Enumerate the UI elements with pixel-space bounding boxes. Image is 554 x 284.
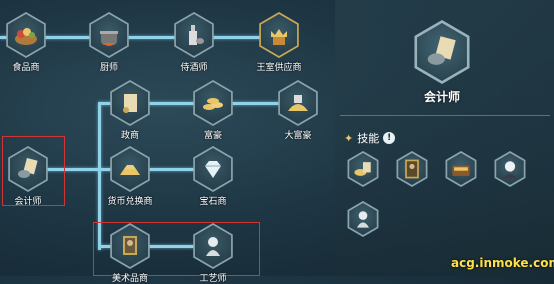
node-frame [193, 146, 233, 192]
node-accountant[interactable]: 会计师 [0, 146, 58, 207]
node-frame [278, 80, 318, 126]
info-icon[interactable]: ! [383, 132, 396, 144]
mona-lisa-icon [405, 159, 419, 179]
bust-statue-icon [206, 237, 220, 256]
wine-bottle-icon [189, 25, 204, 45]
composer-portrait-icon [503, 161, 517, 179]
node-label: 美术品商 [111, 274, 148, 284]
node-art-dealer[interactable]: 美术品商 [100, 223, 160, 284]
panel-title: 会计师 [423, 90, 460, 104]
node-chef[interactable]: 厨师 [79, 12, 139, 73]
gold-bars-icon [120, 165, 140, 175]
node-label: 厨师 [99, 63, 118, 73]
node-label: 会计师 [14, 197, 42, 207]
node-rich[interactable]: 富豪 [183, 80, 243, 141]
watermark: acg.inmoke.com [451, 256, 554, 270]
node-label: 王室供应商 [256, 63, 302, 73]
node-frame [110, 223, 150, 269]
node-label: 侍酒师 [180, 63, 208, 73]
node-label: 食品商 [12, 63, 40, 73]
node-food-merchant[interactable]: 食品商 [0, 12, 56, 73]
scroll-icon [123, 94, 137, 113]
node-frame [259, 12, 299, 58]
crown-crest-icon [271, 29, 287, 45]
divider [340, 115, 550, 116]
gold-coins-icon [203, 98, 223, 110]
painting-icon [123, 236, 137, 255]
node-currency-exchanger[interactable]: 货币兑换商 [100, 146, 160, 207]
node-label: 工艺师 [199, 274, 227, 284]
diamond-icon [205, 161, 221, 178]
node-label: 货币兑换商 [107, 197, 153, 207]
bust-statue-icon [357, 211, 369, 228]
node-frame [110, 146, 150, 192]
ledger-coins-icon [427, 36, 456, 65]
node-politician[interactable]: 政商 [100, 80, 160, 141]
node-frame [89, 12, 129, 58]
node-frame [110, 80, 150, 126]
ledger-coins-icon [18, 157, 38, 178]
coins-scroll-icon [354, 162, 371, 176]
treasure-box-icon [452, 165, 470, 176]
node-frame [193, 80, 233, 126]
node-frame [174, 12, 214, 58]
cooking-pot-icon [100, 31, 118, 46]
node-craftsman[interactable]: 工艺师 [183, 223, 243, 284]
node-sommelier[interactable]: 侍酒师 [164, 12, 224, 73]
node-frame [6, 12, 46, 58]
node-label: 富豪 [203, 131, 222, 141]
node-frame [193, 223, 233, 269]
node-royal-supplier[interactable]: 王室供应商 [249, 12, 309, 73]
skills-label: 技能 [357, 132, 380, 145]
node-label: 大富豪 [284, 131, 312, 141]
skills-header: ✦ 技能 ! [344, 130, 396, 146]
food-basket-icon [15, 28, 37, 45]
node-label: 政商 [120, 131, 139, 141]
node-tycoon[interactable]: 大富豪 [268, 80, 328, 141]
node-label: 宝石商 [199, 197, 227, 207]
node-frame [8, 146, 48, 192]
star-icon: ✦ [344, 131, 354, 145]
career-tree: 食品商 厨师 侍酒师 王室供应商 政商 富豪 大富豪 会计师 货币兑换商 宝石商… [0, 0, 335, 284]
node-jeweler[interactable]: 宝石商 [183, 146, 243, 207]
gold-pile-icon [288, 95, 308, 111]
